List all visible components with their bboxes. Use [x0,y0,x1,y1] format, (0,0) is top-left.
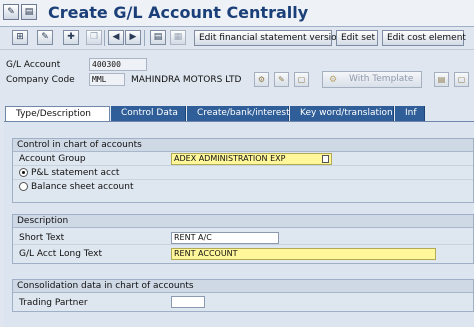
company-name: MAHINDRA MOTORS LTD [131,75,242,85]
short-text-label: Short Text [19,233,65,243]
toolbar-separator [144,30,145,46]
pl-radio-row: P&L statement acct [13,166,473,180]
account-group-row: Account Group ADEX ADMINISTRATION EXP [13,152,473,166]
copy-icon[interactable]: ❐ [86,30,102,45]
bs-radio[interactable] [19,182,28,191]
description-group: Description Short Text RENT A/C G/L Acct… [12,214,474,264]
document-icon[interactable]: ▤ [21,4,37,20]
consolidation-group-title: Consolidation data in chart of accounts [13,280,473,293]
company-code-label: Company Code [6,75,75,85]
pl-radio[interactable] [19,168,28,177]
template-icon: ⚙ [329,75,338,85]
next-icon[interactable]: ▶ [125,30,141,45]
change-icon[interactable]: ✎ [274,72,289,87]
short-text-field[interactable]: RENT A/C [171,232,279,244]
edit-icon[interactable]: ✎ [37,30,53,45]
tab-type-description[interactable]: Type/Description [5,106,110,122]
info-icon[interactable]: ▦ [170,30,186,45]
tab-control-data[interactable]: Control Data [111,106,186,121]
description-group-title: Description [13,215,473,228]
account-group-value: ADEX ADMINISTRATION EXP [174,154,286,163]
pl-radio-label: P&L statement acct [31,168,120,178]
bs-radio-label: Balance sheet account [31,182,134,192]
control-group: Control in chart of accounts Account Gro… [12,138,474,203]
delete-icon[interactable]: ▢ [294,72,309,87]
trading-partner-label: Trading Partner [19,298,88,308]
toolbar-separator [104,30,105,46]
bs-radio-row: Balance sheet account [13,180,473,193]
display-change-icon[interactable]: ✎ [3,4,19,20]
trading-partner-field[interactable] [171,296,205,308]
with-template-button[interactable]: ⚙ With Template [322,71,422,88]
tab-inf[interactable]: Inf [395,106,425,121]
account-group-label: Account Group [19,154,86,164]
application-toolbar: ⊞ ✎ ✚ ❐ ◀ ▶ ▤ ▦ Edit financial statement… [0,27,474,50]
short-text-row: Short Text RENT A/C [13,231,473,245]
document-icon[interactable]: ▤ [434,72,449,87]
title-icons: ✎ ▤ [3,4,37,20]
create-icon[interactable]: ✚ [63,30,79,45]
account-group-field[interactable]: ADEX ADMINISTRATION EXP [171,153,332,165]
long-text-row: G/L Acct Long Text RENT ACCOUNT [13,247,473,260]
tab-create-bank-interest[interactable]: Create/bank/interest [187,106,290,121]
page-title: Create G/L Account Centrally [48,3,309,22]
notes-icon[interactable]: ▤ [150,30,166,45]
consolidation-group: Consolidation data in chart of accounts … [12,279,474,312]
title-bar: ✎ ▤ Create G/L Account Centrally [0,0,474,27]
company-code-field[interactable]: MML [89,73,125,86]
edit-fs-version-button[interactable]: Edit financial statement version [194,30,342,46]
display-icon[interactable]: ⊞ [12,30,28,45]
long-text-field[interactable]: RENT ACCOUNT [171,248,436,260]
trading-partner-row: Trading Partner [13,295,473,308]
control-group-title: Control in chart of accounts [13,139,473,152]
edit-set-button[interactable]: Edit set [336,30,378,46]
tab-strip: Type/Description Control Data Create/ban… [0,106,474,122]
gl-account-label: G/L Account [6,60,61,70]
with-template-label: With Template [349,74,414,84]
delete-icon[interactable]: ▢ [454,72,469,87]
edit-cost-element-button[interactable]: Edit cost element [382,30,466,46]
template-icon[interactable]: ⚙ [254,72,269,87]
gl-account-field[interactable]: 400300 [89,58,147,71]
long-text-label: G/L Acct Long Text [19,249,103,259]
previous-icon[interactable]: ◀ [108,30,124,45]
tab-key-word-translation[interactable]: Key word/translation [290,106,394,121]
value-help-icon[interactable] [322,155,329,163]
